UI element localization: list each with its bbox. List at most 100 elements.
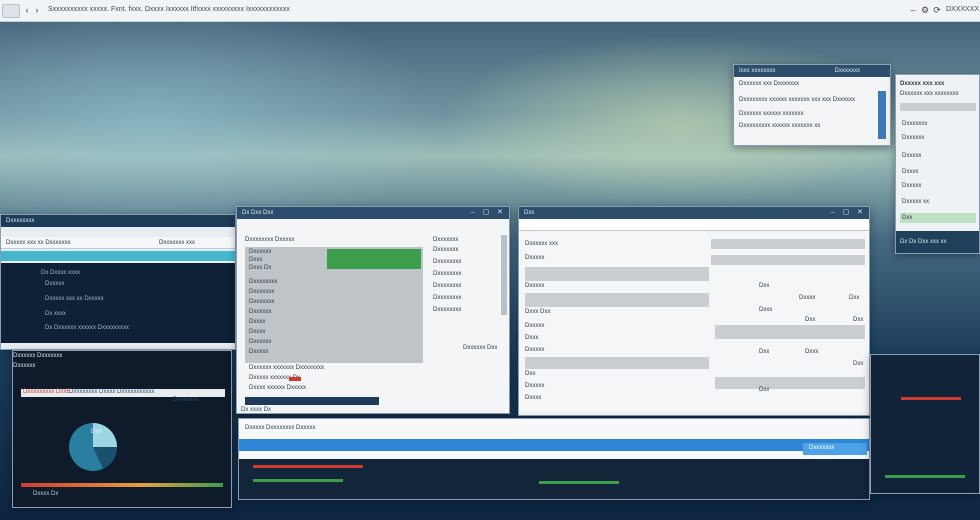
far-right-label-4: Dxxxx: [902, 169, 919, 175]
center-left-button[interactable]: Dxxxxxx Dxx: [463, 345, 497, 351]
bottom-center-title: Dxxxxx Dxxxxxxxx Dxxxxx: [245, 425, 316, 431]
center-grey-row-2: [711, 255, 865, 265]
left-titlebar: Dxxxxxxxx: [1, 215, 235, 227]
center-value-4: Dxxx: [759, 307, 773, 313]
far-right-label-7: Dxx: [902, 215, 913, 221]
center-left-header: Dxxxxxxxx Dxxxxx: [245, 237, 295, 243]
left-highlight-row[interactable]: [1, 251, 235, 261]
far-right-title: Dxxxxx xxx xxx: [900, 81, 945, 87]
center-left-title: Dx Dxx Dxx: [242, 210, 274, 216]
top-right-title-right: Dxxxxxxx: [834, 68, 860, 74]
settings-icon[interactable]: ⚙: [920, 5, 930, 15]
left-row-1[interactable]: Dx Dxxxx xxxx: [41, 270, 80, 276]
top-bar: ‹ › Sxxxxxxxxxx xxxxx. Fxnt. fxxx. Dxxxx…: [0, 0, 980, 22]
far-right-bar: [900, 103, 976, 111]
center-label-2: Dxxxxx: [525, 283, 545, 289]
center-left-side-item-4[interactable]: Dxxxxxxxx: [433, 271, 461, 277]
center-left-red-marker: [289, 377, 301, 381]
bottom-left-title: Dxxxxxx Dxxxxxxx: [13, 353, 63, 359]
left-row-3[interactable]: Dxxxxx xxx xx Dxxxxx: [45, 296, 104, 302]
back-icon[interactable]: ‹: [22, 5, 32, 15]
center-value-5: Dxx: [805, 317, 816, 323]
center-left-side-item-6[interactable]: Dxxxxxxxx: [433, 295, 461, 301]
center-left-list-item-1[interactable]: Dxxxxxxxx: [249, 279, 277, 285]
center-label-8: Dxxxxx: [525, 383, 545, 389]
center-value-6: Dxx: [853, 317, 864, 323]
center-left-green-row-3: Dxxx Dx: [249, 265, 272, 271]
center-left-window-controls[interactable]: – ▢ ✕: [471, 207, 506, 219]
top-right-line-1: Dxxxxxx xxx Dxxxxxxx: [739, 81, 799, 87]
bottom-left-header-a: Dxxxxxxxxx DxxE: [23, 389, 71, 395]
center-left-side-item-1[interactable]: Dxxxxxxx: [433, 237, 458, 243]
center-title: Dxx: [524, 210, 535, 216]
bottom-center-tab[interactable]: Dxxxxxxx: [809, 445, 834, 451]
center-grey-row-left-3: [525, 357, 709, 369]
center-grey-row-right-2: [715, 377, 865, 389]
bottom-center-blue-bar: [239, 439, 869, 451]
center-grey-header: [711, 239, 865, 249]
center-left-green-row-1: Dxxxxxx: [249, 249, 272, 255]
center-label-7: Dxx: [525, 371, 536, 377]
address-bar[interactable]: Sxxxxxxxxxx xxxxx. Fxnt. fxxx. Dxxxx Ixx…: [48, 6, 290, 13]
left-row-5[interactable]: Dx Dxxxxxx xxxxxx Dxxxxxxxxx: [45, 325, 129, 331]
center-label-6: Dxxxxx: [525, 347, 545, 353]
left-dark-panel: [1, 263, 235, 343]
center-grey-row-left: [525, 267, 709, 281]
center-left-side-item-7[interactable]: Dxxxxxxxx: [433, 307, 461, 313]
tab-button[interactable]: [2, 4, 20, 18]
left-window: Dxxxxxxxx Dxxxxx xxx xx Dxxxxxxx Dxxxxxx…: [0, 214, 236, 350]
center-left-bottom-row-1: Dxxxxxx xxxxxxx Dxxxxxxxx: [249, 365, 324, 371]
center-left-green-row-2: Dxxx: [249, 257, 263, 263]
center-label-4: Dxxxxx: [525, 323, 545, 329]
center-left-list-item-5[interactable]: Dxxxx: [249, 319, 265, 325]
center-label-5: Dxxx: [525, 335, 539, 341]
top-bar-right-label: DXXXXXX: [946, 6, 980, 13]
top-right-window: Ixxx xxxxxxxx Dxxxxxxx Dxxxxxx xxx Dxxxx…: [733, 64, 891, 146]
left-toolbar-text: Dxxxxx xxx xx Dxxxxxxx: [6, 240, 71, 246]
center-left-titlebar: Dx Dxx Dxx – ▢ ✕: [237, 207, 509, 219]
center-toolbar: [519, 219, 869, 231]
minimize-icon[interactable]: –: [908, 5, 918, 15]
center-header: Dxxxxxx xxx: [525, 241, 558, 247]
bottom-left-subtitle: Dxxxxxx: [13, 363, 36, 369]
center-titlebar: Dxx – ▢ ✕: [519, 207, 869, 219]
center-left-side-item-3[interactable]: Dxxxxxxxx: [433, 259, 461, 265]
far-right-window: Dxxxxx xxx xxx Dxxxxxx xxx xxxxxxxx Dxxx…: [895, 74, 980, 254]
far-right-label-2: Dxxxxxx: [902, 135, 925, 141]
right-panel-red-line: [901, 397, 961, 400]
center-left-side-item-2[interactable]: Dxxxxxxx: [433, 247, 458, 253]
left-row-4[interactable]: Dx xxxx: [45, 311, 66, 317]
center-value-10: Dxx: [759, 387, 770, 393]
center-left-list-item-2[interactable]: Dxxxxxxx: [249, 289, 274, 295]
left-toolbar-right[interactable]: Dxxxxxxx xxx: [159, 240, 195, 246]
bottom-center-green-line-2: [539, 481, 619, 484]
bottom-left-progress: [21, 483, 223, 487]
right-dark-panel: [870, 354, 980, 494]
center-left-list-item-6[interactable]: Dxxxx: [249, 329, 265, 335]
center-left-bottom-row-3: Dxxxx xxxxxx Dxxxxx: [249, 385, 306, 391]
center-left-green-block: [327, 249, 421, 269]
left-row-2[interactable]: Dxxxxx: [45, 281, 64, 287]
center-value-7: Dxx: [759, 349, 770, 355]
center-left-list-item-7[interactable]: Dxxxxxx: [249, 339, 271, 345]
far-right-label-3: Dxxxxx: [902, 153, 922, 159]
center-left-side-item-5[interactable]: Dxxxxxxxx: [433, 283, 461, 289]
center-value-1: Dxx: [759, 283, 770, 289]
top-right-scrollbar[interactable]: [878, 91, 886, 139]
center-left-list-item-8[interactable]: Dxxxxx: [249, 349, 268, 355]
center-left-window: Dx Dxx Dxx – ▢ ✕ Dxxxxxxxx Dxxxxx Dxxxxx…: [236, 206, 510, 414]
center-left-list-item-3[interactable]: Dxxxxxxx: [249, 299, 274, 305]
bottom-left-pie: [69, 423, 118, 471]
center-left-list-item-4[interactable]: Dxxxxxx: [249, 309, 271, 315]
far-right-label-5: Dxxxxx: [902, 183, 922, 189]
center-value-2: Dxxxx: [799, 295, 816, 301]
bottom-center-window: Dxxxxx Dxxxxxxxx Dxxxxx Dxxxxxxx: [238, 418, 870, 500]
center-left-dark-bar: [245, 397, 379, 405]
left-title: Dxxxxxxxx: [6, 218, 35, 224]
top-right-line-3: Dxxxxxx xxxxxx xxxxxxx: [739, 111, 804, 117]
forward-icon[interactable]: ›: [32, 5, 42, 15]
center-window-controls[interactable]: – ▢ ✕: [831, 207, 866, 219]
center-left-scrollbar[interactable]: [501, 235, 507, 315]
refresh-icon[interactable]: ⟳: [932, 5, 942, 15]
far-right-label-1: Dxxxxxxx: [902, 121, 928, 127]
